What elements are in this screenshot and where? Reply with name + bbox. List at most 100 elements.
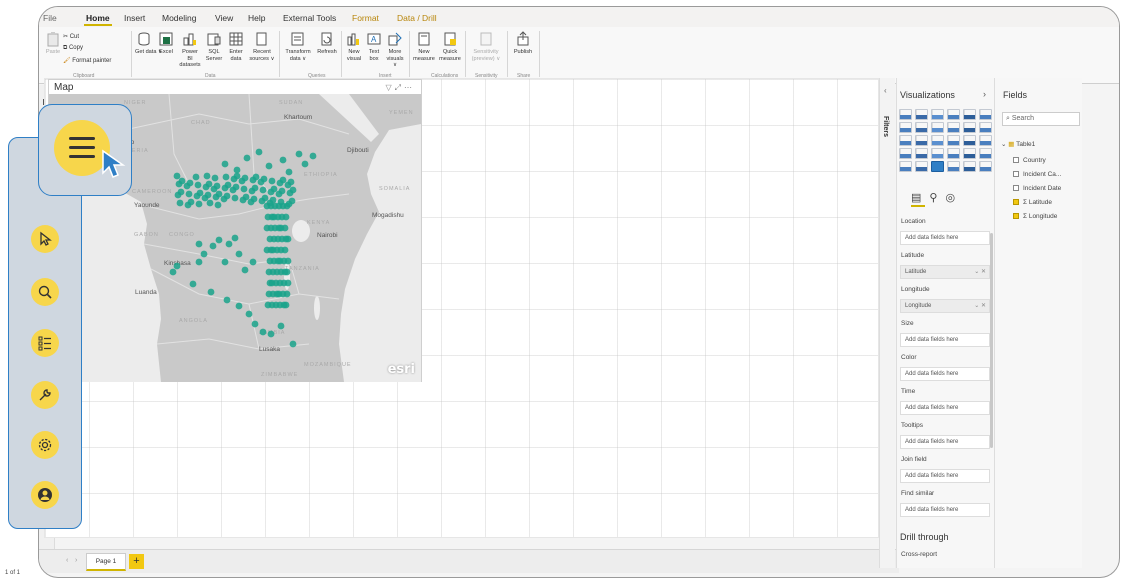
incident-point[interactable] — [195, 240, 203, 248]
incident-point[interactable] — [281, 268, 289, 276]
paste-button[interactable]: Paste — [45, 31, 61, 56]
incident-point[interactable] — [209, 242, 217, 250]
incident-point[interactable] — [243, 154, 251, 162]
field-checkbox[interactable] — [1013, 199, 1019, 206]
quick-measure-button[interactable]: Quick measure — [439, 31, 461, 62]
visual-type-icon[interactable] — [947, 109, 960, 120]
visual-type-icon[interactable] — [979, 148, 992, 159]
incident-point[interactable] — [222, 173, 230, 181]
incident-point[interactable] — [195, 258, 203, 266]
chevron-left-icon[interactable]: ‹ — [884, 86, 887, 95]
incident-point[interactable] — [221, 258, 229, 266]
visual-type-icon[interactable] — [979, 109, 992, 120]
remove-field-icon[interactable]: ⌄ ✕ — [974, 302, 986, 309]
incident-point[interactable] — [173, 172, 181, 180]
field-well[interactable]: Add data fields here — [900, 469, 990, 483]
incident-point[interactable] — [215, 190, 223, 198]
visual-type-icon[interactable] — [931, 122, 944, 133]
menu-external-tools[interactable]: External Tools — [283, 13, 336, 23]
menu-insert[interactable]: Insert — [124, 13, 145, 23]
visual-type-icon[interactable] — [899, 109, 912, 120]
remove-field-icon[interactable]: ⌄ ✕ — [974, 268, 986, 275]
visual-type-icon[interactable] — [931, 109, 944, 120]
text-box-button[interactable]: A Text box — [366, 31, 382, 62]
incident-point[interactable] — [200, 250, 208, 258]
incident-point[interactable] — [241, 174, 249, 182]
incident-point[interactable] — [213, 182, 221, 190]
menu-data-drill[interactable]: Data / Drill — [397, 13, 437, 23]
field-checkbox[interactable] — [1013, 185, 1019, 192]
more-visuals-button[interactable]: More visuals ∨ — [385, 31, 405, 69]
format-paint-icon[interactable]: ⚲ — [929, 192, 945, 204]
incident-point[interactable] — [242, 193, 250, 201]
copy-button[interactable]: ⧉ Copy — [63, 45, 83, 52]
incident-point[interactable] — [251, 184, 259, 192]
incident-point[interactable] — [225, 240, 233, 248]
field-item[interactable]: Σ Latitude — [1013, 199, 1052, 206]
incident-point[interactable] — [235, 250, 243, 258]
visual-type-icon[interactable] — [899, 122, 912, 133]
incident-point[interactable] — [288, 197, 296, 205]
fields-search-input[interactable]: ⌕ Search — [1002, 112, 1080, 126]
publish-button[interactable]: Publish — [512, 31, 534, 56]
visual-type-icon[interactable] — [947, 161, 960, 172]
add-page-button[interactable]: + — [129, 554, 144, 569]
incident-point[interactable] — [177, 188, 185, 196]
incident-point[interactable] — [275, 224, 283, 232]
visual-type-icon[interactable] — [963, 161, 976, 172]
powerbi-datasets-button[interactable]: Power BI datasets — [179, 31, 201, 69]
checklist-button[interactable] — [31, 329, 59, 357]
field-well[interactable]: Add data fields here — [900, 231, 990, 245]
field-well[interactable]: Add data fields here — [900, 367, 990, 381]
new-visual-button[interactable]: New visual — [345, 31, 363, 62]
incident-point[interactable] — [279, 156, 287, 164]
incident-point[interactable] — [185, 190, 193, 198]
field-checkbox[interactable] — [1013, 213, 1019, 220]
field-well[interactable]: Latitude ⌄ ✕ — [900, 265, 990, 279]
visual-type-icon[interactable] — [931, 135, 944, 146]
incident-point[interactable] — [205, 180, 213, 188]
menu-file[interactable]: File — [43, 13, 57, 23]
transform-data-button[interactable]: Transform data ∨ — [283, 31, 313, 62]
visual-type-icon[interactable] — [931, 148, 944, 159]
incident-point[interactable] — [309, 152, 317, 160]
incident-point[interactable] — [186, 179, 194, 187]
visual-type-icon[interactable] — [979, 122, 992, 133]
incident-point[interactable] — [289, 340, 297, 348]
incident-point[interactable] — [206, 199, 214, 207]
incident-point[interactable] — [251, 320, 259, 328]
incident-point[interactable] — [223, 192, 231, 200]
search-button[interactable] — [31, 278, 59, 306]
field-checkbox[interactable] — [1013, 157, 1019, 164]
visual-type-icon[interactable] — [915, 122, 928, 133]
visual-type-icon[interactable] — [899, 135, 912, 146]
incident-point[interactable] — [240, 185, 248, 193]
incident-point[interactable] — [235, 302, 243, 310]
pointer-button[interactable] — [31, 225, 59, 253]
incident-point[interactable] — [270, 185, 278, 193]
visual-type-icon[interactable] — [947, 122, 960, 133]
filter-icon[interactable]: ▽ — [385, 83, 394, 92]
fields-well-icon[interactable]: ▤ — [911, 192, 929, 204]
incident-point[interactable] — [211, 174, 219, 182]
profile-button[interactable] — [31, 481, 59, 509]
incident-point[interactable] — [176, 199, 184, 207]
incident-point[interactable] — [268, 213, 276, 221]
visual-type-icon[interactable] — [899, 161, 912, 172]
incident-point[interactable] — [274, 257, 282, 265]
incident-point[interactable] — [285, 168, 293, 176]
incident-point[interactable] — [273, 290, 281, 298]
cut-button[interactable]: ✂ Cut — [63, 33, 79, 40]
sql-server-button[interactable]: SQL Server — [205, 31, 223, 62]
incident-point[interactable] — [250, 195, 258, 203]
incident-point[interactable] — [194, 181, 202, 189]
menu-modeling[interactable]: Modeling — [162, 13, 197, 23]
incident-point[interactable] — [282, 213, 290, 221]
incident-point[interactable] — [266, 279, 274, 287]
excel-button[interactable]: Excel — [157, 31, 175, 56]
more-options-icon[interactable]: ⋯ — [404, 83, 415, 92]
focus-mode-icon[interactable]: ⤢ — [395, 83, 404, 92]
incident-point[interactable] — [215, 236, 223, 244]
visual-type-icon[interactable] — [963, 135, 976, 146]
incident-point[interactable] — [281, 224, 289, 232]
